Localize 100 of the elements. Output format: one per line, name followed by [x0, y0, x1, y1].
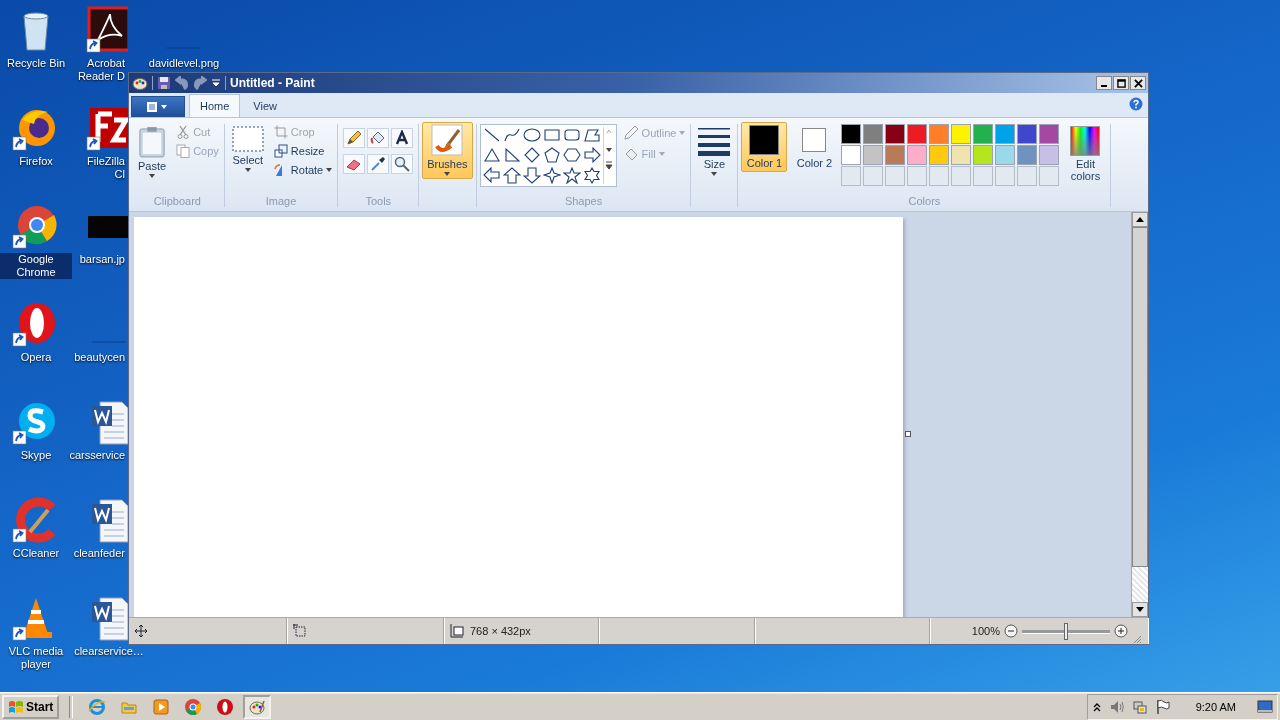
color-swatch[interactable]: [863, 124, 884, 144]
right-arrow-shape-icon[interactable]: [582, 147, 601, 164]
network-icon[interactable]: [1131, 698, 1148, 715]
six-point-star-shape-icon[interactable]: [582, 167, 601, 184]
color-swatch[interactable]: [841, 145, 862, 165]
icon-label: davidlevel.png: [147, 57, 221, 70]
redo-icon[interactable]: [193, 76, 207, 90]
ribbon-tab[interactable]: Home: [189, 94, 241, 117]
zoom-out-button[interactable]: [1004, 624, 1018, 638]
color-swatch[interactable]: [907, 145, 928, 165]
minimize-icon: [1101, 85, 1107, 87]
gallery-scroll[interactable]: [602, 127, 614, 184]
plus-icon: [1114, 624, 1128, 638]
tool-button[interactable]: [343, 154, 366, 174]
color-swatch[interactable]: [995, 145, 1016, 165]
right-triangle-shape-icon[interactable]: [502, 147, 521, 164]
color-picker-icon: [370, 156, 387, 172]
color-swatch[interactable]: [885, 145, 906, 165]
group-label: Shapes: [564, 195, 603, 209]
tool-button[interactable]: [367, 154, 390, 174]
selection-icon: [231, 126, 264, 152]
maximize-button[interactable]: [1113, 76, 1129, 90]
palette-icon[interactable]: [132, 75, 148, 91]
close-button[interactable]: [1130, 76, 1146, 90]
undo-icon[interactable]: [175, 76, 189, 90]
scroll-down-icon[interactable]: [1136, 607, 1144, 612]
media-player-icon: [152, 697, 171, 716]
vertical-scrollbar[interactable]: [1131, 212, 1148, 617]
rounded-rectangle-shape-icon[interactable]: [562, 127, 581, 144]
caret-icon: [326, 168, 333, 172]
flag-icon[interactable]: [1154, 698, 1171, 715]
scroll-up-icon[interactable]: [1136, 217, 1144, 222]
resize-handle[interactable]: [905, 431, 911, 437]
rotate-button[interactable]: Rotate: [271, 162, 335, 178]
window-title: Untitled - Paint: [230, 76, 315, 90]
color-1-button[interactable]: Color 1: [741, 122, 788, 172]
zoom-slider-thumb[interactable]: [1064, 622, 1068, 640]
size-button[interactable]: Size: [694, 122, 735, 180]
color-swatch[interactable]: [885, 124, 906, 144]
scissors-icon: [176, 125, 191, 139]
minimize-button[interactable]: [1096, 76, 1112, 90]
zoom-in-button[interactable]: [1114, 624, 1128, 638]
select-button[interactable]: Select: [227, 122, 268, 176]
caret-icon: [658, 152, 665, 156]
taskbar-button[interactable]: [243, 694, 272, 719]
line-shape-icon[interactable]: [482, 127, 501, 144]
paste-button[interactable]: Paste: [134, 122, 171, 182]
color-swatch[interactable]: [995, 124, 1016, 144]
polygon-shape-icon[interactable]: [582, 127, 601, 144]
customize-caret-icon[interactable]: [211, 78, 221, 88]
caret-icon: [149, 174, 156, 178]
help-icon[interactable]: [1129, 97, 1143, 111]
color-swatch[interactable]: [1039, 124, 1060, 144]
tool-button[interactable]: [391, 128, 414, 148]
app-menu-button[interactable]: [131, 96, 185, 117]
app-shortcut-icon[interactable]: [86, 6, 128, 54]
icon-label: Acrobat Reader D: [76, 57, 126, 83]
resize-grip-icon[interactable]: [1132, 634, 1142, 644]
icon-label: Google Chrome: [0, 253, 72, 279]
color-swatch[interactable]: [973, 145, 994, 165]
color-swatch[interactable]: [973, 124, 994, 144]
chrome-browser-icon: [184, 697, 203, 716]
diamond-shape-icon[interactable]: [522, 147, 541, 164]
hexagon-shape-icon[interactable]: [562, 147, 581, 164]
color-2-button[interactable]: Color 2: [791, 122, 838, 172]
icon-label: CCleaner: [11, 547, 61, 560]
icon-label: Opera: [19, 351, 53, 364]
color-swatch[interactable]: [907, 124, 928, 144]
color-swatch[interactable]: [951, 145, 972, 165]
color-swatch[interactable]: [1039, 145, 1060, 165]
show-hidden-icons-icon[interactable]: [1091, 701, 1102, 712]
show-desktop-icon[interactable]: [1257, 699, 1273, 714]
up-arrow-shape-icon[interactable]: [502, 167, 521, 184]
color-swatch[interactable]: [929, 124, 950, 144]
triangle-shape-icon[interactable]: [482, 147, 501, 164]
save-icon[interactable]: [157, 76, 171, 90]
pentagon-shape-icon[interactable]: [542, 147, 561, 164]
color-swatch[interactable]: [841, 124, 862, 144]
color-swatch[interactable]: [929, 145, 950, 165]
scroll-thumb[interactable]: [1132, 227, 1148, 567]
edit-colors-button[interactable]: Edit colors: [1063, 122, 1108, 186]
brushes-button[interactable]: Brushes: [422, 122, 473, 179]
color-swatch[interactable]: [1017, 124, 1038, 144]
star-shape-icon[interactable]: [562, 167, 581, 184]
start-button[interactable]: Start: [2, 694, 60, 719]
color-swatch[interactable]: [1017, 145, 1038, 165]
move-icon: [135, 625, 147, 637]
color-swatch[interactable]: [863, 145, 884, 165]
oval-shape-icon[interactable]: [522, 127, 541, 144]
windows-logo-icon: [8, 699, 24, 714]
curve-shape-icon[interactable]: [502, 127, 521, 144]
color-swatch[interactable]: [951, 124, 972, 144]
ribbon-tab[interactable]: View: [242, 94, 288, 117]
four-point-star-shape-icon[interactable]: [542, 167, 561, 184]
resize-button[interactable]: Resize: [271, 143, 335, 159]
icon-label: Skype: [19, 449, 53, 462]
pencil-icon: [346, 130, 363, 146]
left-arrow-shape-icon[interactable]: [482, 167, 501, 184]
clock[interactable]: 9:20 AM: [1195, 700, 1236, 713]
down-arrow-shape-icon[interactable]: [522, 167, 541, 184]
